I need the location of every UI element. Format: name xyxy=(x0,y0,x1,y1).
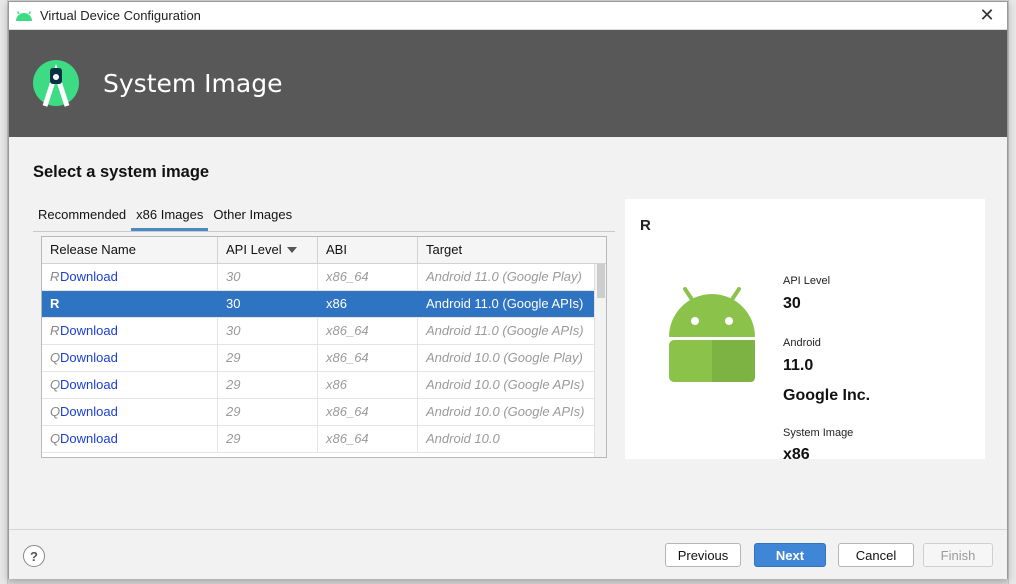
title-bar: Virtual Device Configuration ✕ xyxy=(9,2,1007,30)
android-studio-logo-icon xyxy=(33,59,79,107)
section-title: Select a system image xyxy=(33,163,210,181)
cell-target: Android 11.0 (Google APIs) xyxy=(426,296,584,311)
cell-abi: x86_64 xyxy=(318,399,418,425)
ide-background-right xyxy=(1008,0,1016,584)
cell-api-level: 30 xyxy=(218,264,318,290)
table-row[interactable]: RDownload 30 x86_64 Android 11.0 (Google AP… xyxy=(42,318,606,345)
detail-release-name: R xyxy=(640,217,651,234)
virtual-device-configuration-dialog: Virtual Device Configuration ✕ System Im… xyxy=(8,1,1008,579)
cell-target: Android 10.0 (Google Play) xyxy=(426,350,583,365)
release-name: R xyxy=(50,296,60,311)
sort-descending-icon xyxy=(287,247,297,253)
next-button[interactable]: Next xyxy=(754,543,826,567)
release-letter: R xyxy=(50,323,60,338)
release-letter: R xyxy=(50,269,60,284)
download-link[interactable]: Download xyxy=(60,404,118,419)
table-scrollbar[interactable] xyxy=(594,264,606,457)
cell-abi: x86_64 xyxy=(318,318,418,344)
column-header-release-name[interactable]: Release Name xyxy=(42,237,218,263)
cell-target: Android 11.0 (Google APIs) xyxy=(426,323,584,338)
column-header-abi[interactable]: ABI xyxy=(318,237,418,263)
cell-abi: x86_64 xyxy=(318,426,418,452)
cell-release-name: QDownload xyxy=(42,399,218,425)
table-header: Release Name API Level ABI Target xyxy=(42,237,606,264)
android-label: Android xyxy=(783,337,821,349)
tab-x86-images[interactable]: x86 Images xyxy=(131,203,209,231)
cell-target: Android 10.0 (Google APIs) xyxy=(426,404,585,419)
cell-release-name: QDownload xyxy=(42,372,218,398)
cell-release-name: R xyxy=(42,291,218,317)
finish-button: Finish xyxy=(923,543,993,567)
vendor-value: Google Inc. xyxy=(783,387,871,404)
ide-background-left xyxy=(0,0,8,584)
previous-button[interactable]: Previous xyxy=(665,543,741,567)
column-header-api-level[interactable]: API Level xyxy=(218,237,318,263)
system-image-label: System Image xyxy=(783,427,854,439)
image-tabs: Recommended x86 Images Other Images xyxy=(33,203,615,232)
column-header-target[interactable]: Target xyxy=(418,237,594,263)
table-row[interactable]: QDownload 29 x86_64 Android 10.0 (Google Pl… xyxy=(42,345,606,372)
download-link[interactable]: Download xyxy=(60,269,118,284)
cell-abi: x86_64 xyxy=(318,264,418,290)
tab-recommended[interactable]: Recommended xyxy=(33,203,131,231)
close-icon[interactable]: ✕ xyxy=(967,2,1007,30)
android-robot-icon xyxy=(669,287,755,382)
scrollbar-thumb[interactable] xyxy=(597,264,605,298)
cell-abi: x86_64 xyxy=(318,345,418,371)
table-body: RDownload 30 x86_64 Android 11.0 (Google Pl… xyxy=(42,264,606,453)
cell-api-level: 29 xyxy=(218,399,318,425)
cell-api-level: 29 xyxy=(218,426,318,452)
cell-release-name: RDownload xyxy=(42,264,218,290)
cell-release-name: RDownload xyxy=(42,318,218,344)
table-row[interactable]: R 30 x86 Android 11.0 (Google APIs) xyxy=(42,291,606,318)
cell-api-level: 30 xyxy=(218,318,318,344)
cell-api-level: 29 xyxy=(218,345,318,371)
download-link[interactable]: Download xyxy=(60,350,118,365)
android-version-value: 11.0 xyxy=(783,357,814,374)
cell-api-level: 29 xyxy=(218,372,318,398)
window-title: Virtual Device Configuration xyxy=(40,8,201,23)
system-image-table: Release Name API Level ABI Target RDownl… xyxy=(41,236,607,458)
table-row[interactable]: QDownload 29 x86 Android 10.0 (Google APIs) xyxy=(42,372,606,399)
help-icon[interactable]: ? xyxy=(23,545,45,567)
download-link[interactable]: Download xyxy=(60,323,118,338)
api-level-value: 30 xyxy=(783,295,801,312)
download-link[interactable]: Download xyxy=(60,377,118,392)
android-head-icon xyxy=(16,10,32,21)
column-header-label: API Level xyxy=(226,242,282,257)
cell-target: Android 11.0 (Google Play) xyxy=(426,269,582,284)
table-row[interactable]: QDownload 29 x86_64 Android 10.0 (Google AP… xyxy=(42,399,606,426)
page-heading: System Image xyxy=(103,69,283,98)
header-banner: System Image xyxy=(9,30,1007,137)
dialog-footer: ? Previous Next Cancel Finish xyxy=(9,529,1007,579)
cell-release-name: QDownload xyxy=(42,426,218,452)
release-letter: Q xyxy=(50,377,61,392)
cell-target: Android 10.0 xyxy=(426,431,500,446)
cell-release-name: QDownload xyxy=(42,345,218,371)
download-link[interactable]: Download xyxy=(60,431,118,446)
release-letter: Q xyxy=(50,431,61,446)
release-letter: Q xyxy=(50,350,61,365)
cell-abi: x86 xyxy=(318,372,418,398)
api-level-label: API Level xyxy=(783,275,831,287)
table-row[interactable]: RDownload 30 x86_64 Android 11.0 (Google Pl… xyxy=(42,264,606,291)
image-detail-panel: R API Level 30 Android 11.0 Google Inc. … xyxy=(625,199,985,459)
cell-abi: x86 xyxy=(318,291,418,317)
tab-other-images[interactable]: Other Images xyxy=(208,203,297,231)
cell-api-level: 30 xyxy=(218,291,318,317)
release-letter: Q xyxy=(50,404,61,419)
cell-target: Android 10.0 (Google APIs) xyxy=(426,377,585,392)
table-row[interactable]: QDownload 29 x86_64 Android 10.0 xyxy=(42,426,606,453)
system-image-value: x86 xyxy=(783,446,810,459)
cancel-button[interactable]: Cancel xyxy=(838,543,914,567)
